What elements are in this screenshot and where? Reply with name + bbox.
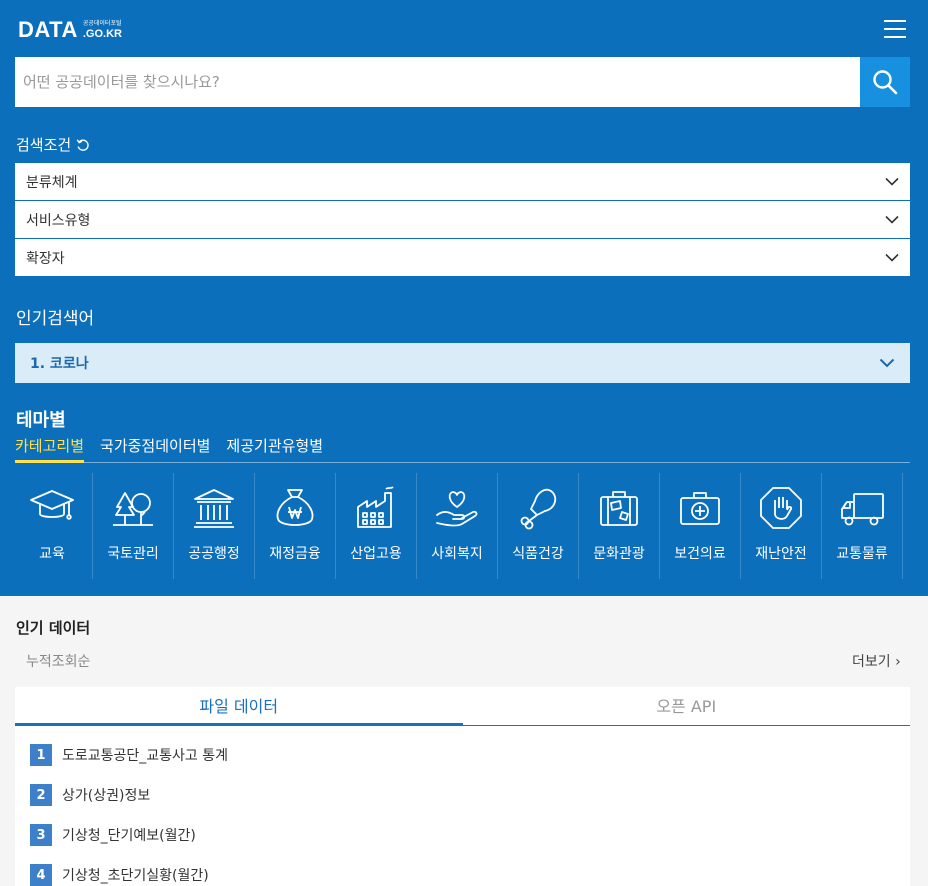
category-finance[interactable]: 재정금융 xyxy=(255,473,336,579)
popular-data-title: 인기 데이터 xyxy=(16,619,91,637)
popular-search-title: 인기검색어 xyxy=(16,309,95,329)
category-food-health[interactable]: 식품건강 xyxy=(498,473,579,579)
extension-select[interactable]: 확장자 xyxy=(15,239,910,276)
category-healthcare[interactable]: 보건의료 xyxy=(660,473,741,579)
more-link[interactable]: 더보기 › xyxy=(852,651,901,671)
category-transport[interactable]: 교통물류 xyxy=(822,473,903,579)
money-bag-icon xyxy=(276,489,314,526)
more-link-label: 더보기 xyxy=(852,654,891,670)
first-aid-kit-icon xyxy=(680,492,720,525)
search-button[interactable] xyxy=(860,57,910,107)
sort-label: 누적조회순 xyxy=(26,654,91,670)
rank-badge: 4 xyxy=(30,864,52,886)
extension-select-label: 확장자 xyxy=(26,250,65,267)
popular-data-panel: 파일 데이터 오픈 API 1 도로교통공단_교통사고 통계 2 상가(상권)정… xyxy=(15,687,910,886)
search-icon xyxy=(873,70,898,95)
chevron-right-icon: › xyxy=(895,654,901,670)
chevron-down-icon xyxy=(885,215,899,224)
search-conditions-label: 검색조건 xyxy=(16,136,72,154)
category-label: 교통물류 xyxy=(836,546,888,562)
category-label: 보건의료 xyxy=(674,546,726,562)
rank-badge: 3 xyxy=(30,824,52,846)
list-item-title: 상가(상권)정보 xyxy=(62,788,151,804)
truck-icon xyxy=(841,493,884,526)
graduation-cap-icon xyxy=(30,490,74,520)
category-label: 식품건강 xyxy=(512,546,564,562)
logo-small-text: 공공데이터포털 xyxy=(82,19,122,27)
reset-icon[interactable] xyxy=(76,138,90,152)
category-select-label: 분류체계 xyxy=(26,174,78,191)
government-building-icon xyxy=(194,489,234,528)
category-public-admin[interactable]: 공공행정 xyxy=(174,473,255,579)
tab-national-key-data[interactable]: 국가중점데이터별 xyxy=(100,435,210,463)
factory-icon xyxy=(357,486,394,528)
hamburger-menu-icon[interactable] xyxy=(884,20,906,38)
category-label: 재난안전 xyxy=(755,546,807,562)
heart-hand-icon xyxy=(436,491,478,527)
search-conditions-title: 검색조건 xyxy=(16,134,90,155)
data-tabs: 파일 데이터 오픈 API xyxy=(15,687,910,726)
category-label: 국토관리 xyxy=(107,546,159,562)
category-label: 산업고용 xyxy=(350,546,402,562)
category-label: 재정금융 xyxy=(269,546,321,562)
popular-search-dropdown[interactable]: 1. 코로나 xyxy=(15,343,910,383)
list-item-title: 도로교통공단_교통사고 통계 xyxy=(62,748,229,764)
category-land[interactable]: 국토관리 xyxy=(93,473,174,579)
theme-title: 테마별 xyxy=(16,410,66,431)
category-list: 교육 국토관리 공공행정 재정금융 산업고용 사회복지 식품건강 문화관광 보건… xyxy=(12,473,903,579)
list-item[interactable]: 4 기상청_초단기실황(월간) xyxy=(30,864,209,886)
category-disaster-safety[interactable]: 재난안전 xyxy=(741,473,822,579)
list-item[interactable]: 2 상가(상권)정보 xyxy=(30,784,150,806)
service-type-select-label: 서비스유형 xyxy=(26,212,91,229)
site-logo[interactable]: DATA 공공데이터포털 .GO.KR xyxy=(18,16,122,44)
tab-provider-type[interactable]: 제공기관유형별 xyxy=(226,435,323,463)
trees-icon xyxy=(113,492,153,526)
rank-badge: 1 xyxy=(30,744,52,766)
list-item[interactable]: 1 도로교통공단_교통사고 통계 xyxy=(30,744,228,766)
logo-main-text: DATA xyxy=(18,17,78,42)
category-label: 공공행정 xyxy=(188,546,240,562)
category-welfare[interactable]: 사회복지 xyxy=(417,473,498,579)
category-select[interactable]: 분류체계 xyxy=(15,163,910,200)
suitcase-icon xyxy=(600,491,638,526)
chevron-down-icon xyxy=(885,253,899,262)
search-input[interactable] xyxy=(15,57,861,107)
tab-open-api[interactable]: 오픈 API xyxy=(463,687,911,725)
category-culture-tourism[interactable]: 문화관광 xyxy=(579,473,660,579)
category-label: 교육 xyxy=(39,546,65,562)
list-item-title: 기상청_단기예보(월간) xyxy=(62,828,196,844)
chevron-down-icon xyxy=(879,358,895,368)
category-label: 문화관광 xyxy=(593,546,645,562)
logo-side: 공공데이터포털 .GO.KR xyxy=(82,19,122,40)
popular-search-current: 1. 코로나 xyxy=(30,356,89,372)
theme-tabs: 카테고리별 국가중점데이터별 제공기관유형별 xyxy=(15,435,910,463)
chevron-down-icon xyxy=(885,177,899,186)
list-item[interactable]: 3 기상청_단기예보(월간) xyxy=(30,824,196,846)
service-type-select[interactable]: 서비스유형 xyxy=(15,201,910,238)
category-label: 사회복지 xyxy=(431,546,483,562)
list-item-title: 기상청_초단기실황(월간) xyxy=(62,868,209,884)
rank-badge: 2 xyxy=(30,784,52,806)
category-industry[interactable]: 산업고용 xyxy=(336,473,417,579)
stop-hand-icon xyxy=(760,487,802,529)
header-area: DATA 공공데이터포털 .GO.KR 검색조건 분류체계 서비스유형 확장자 … xyxy=(0,0,928,596)
drumstick-icon xyxy=(520,488,557,530)
tab-category[interactable]: 카테고리별 xyxy=(15,435,85,463)
category-education[interactable]: 교육 xyxy=(12,473,93,579)
logo-domain-text: .GO.KR xyxy=(82,27,122,40)
tab-file-data[interactable]: 파일 데이터 xyxy=(15,687,463,725)
